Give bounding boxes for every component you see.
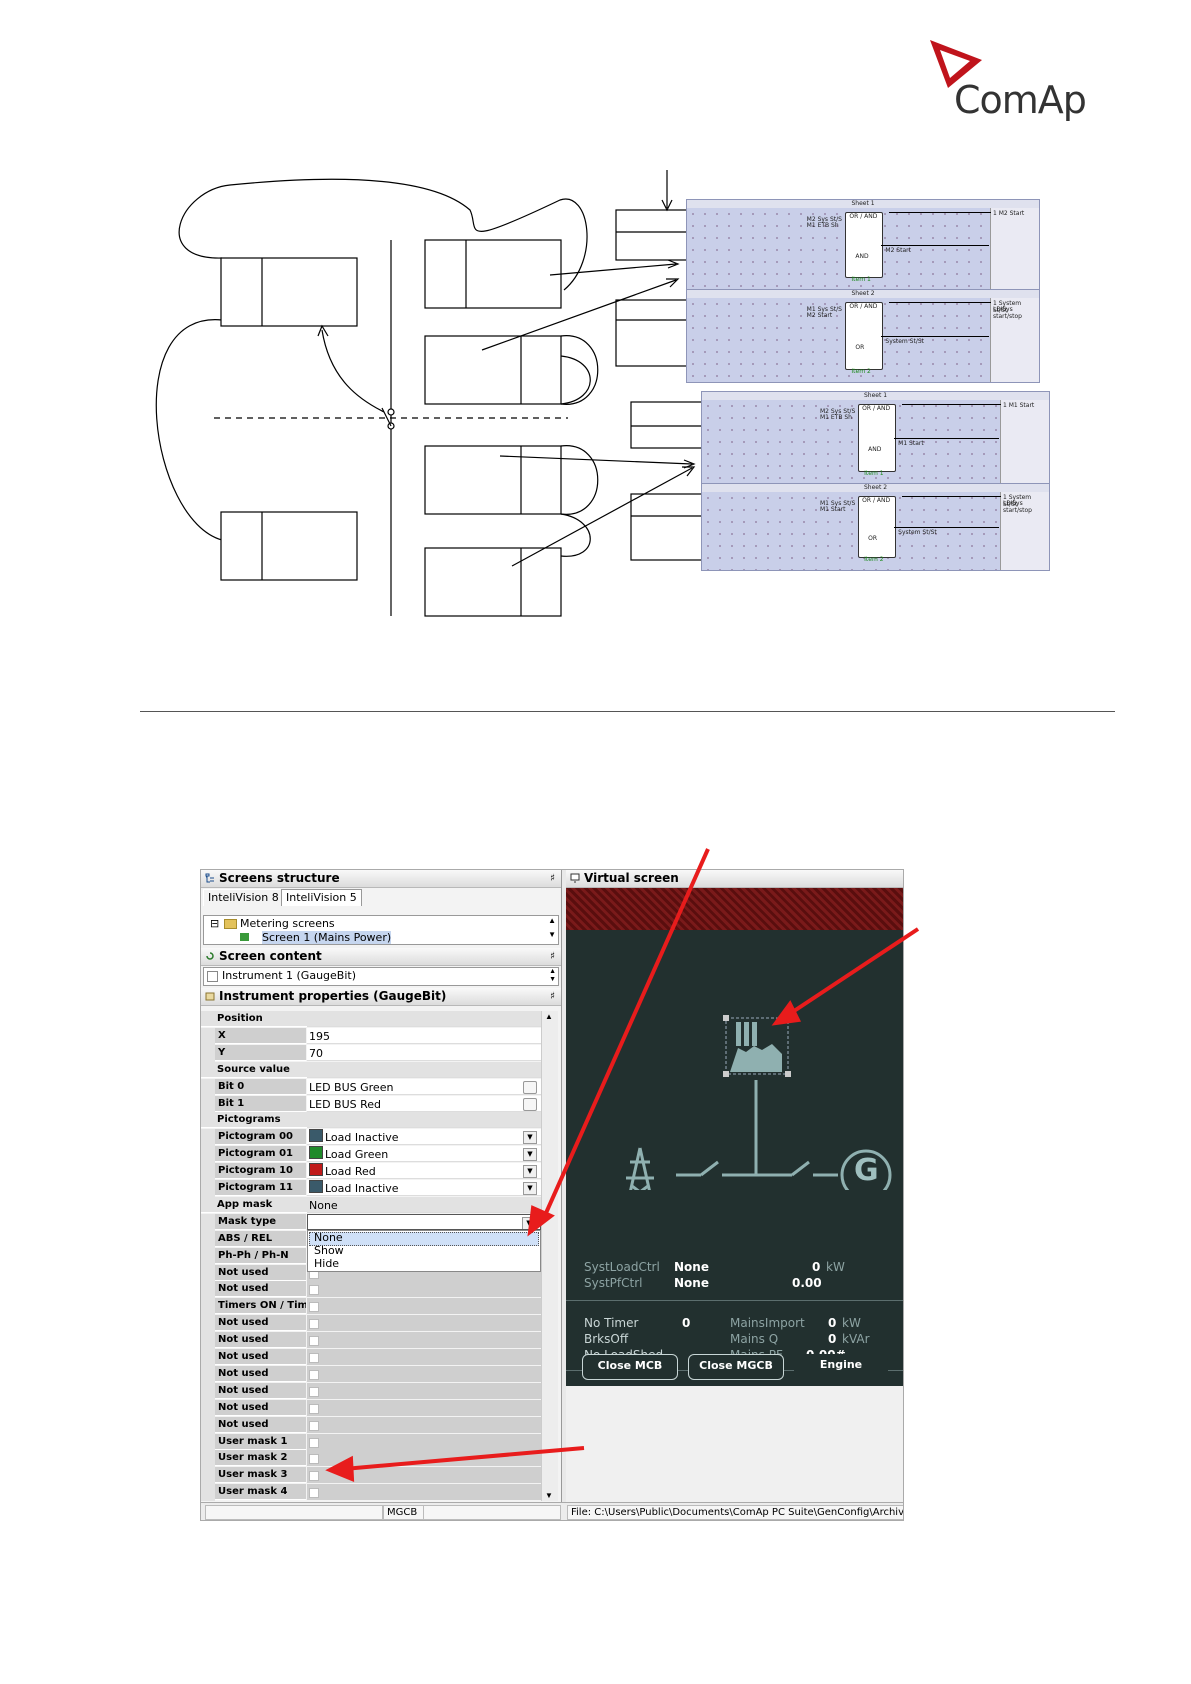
annotation-arrows — [325, 848, 920, 1483]
red-arrow — [786, 927, 920, 1017]
red-arrow-head — [771, 1000, 802, 1026]
red-arrow-head — [325, 1455, 355, 1483]
red-arrow — [343, 1446, 585, 1471]
red-arrow — [540, 848, 710, 1223]
